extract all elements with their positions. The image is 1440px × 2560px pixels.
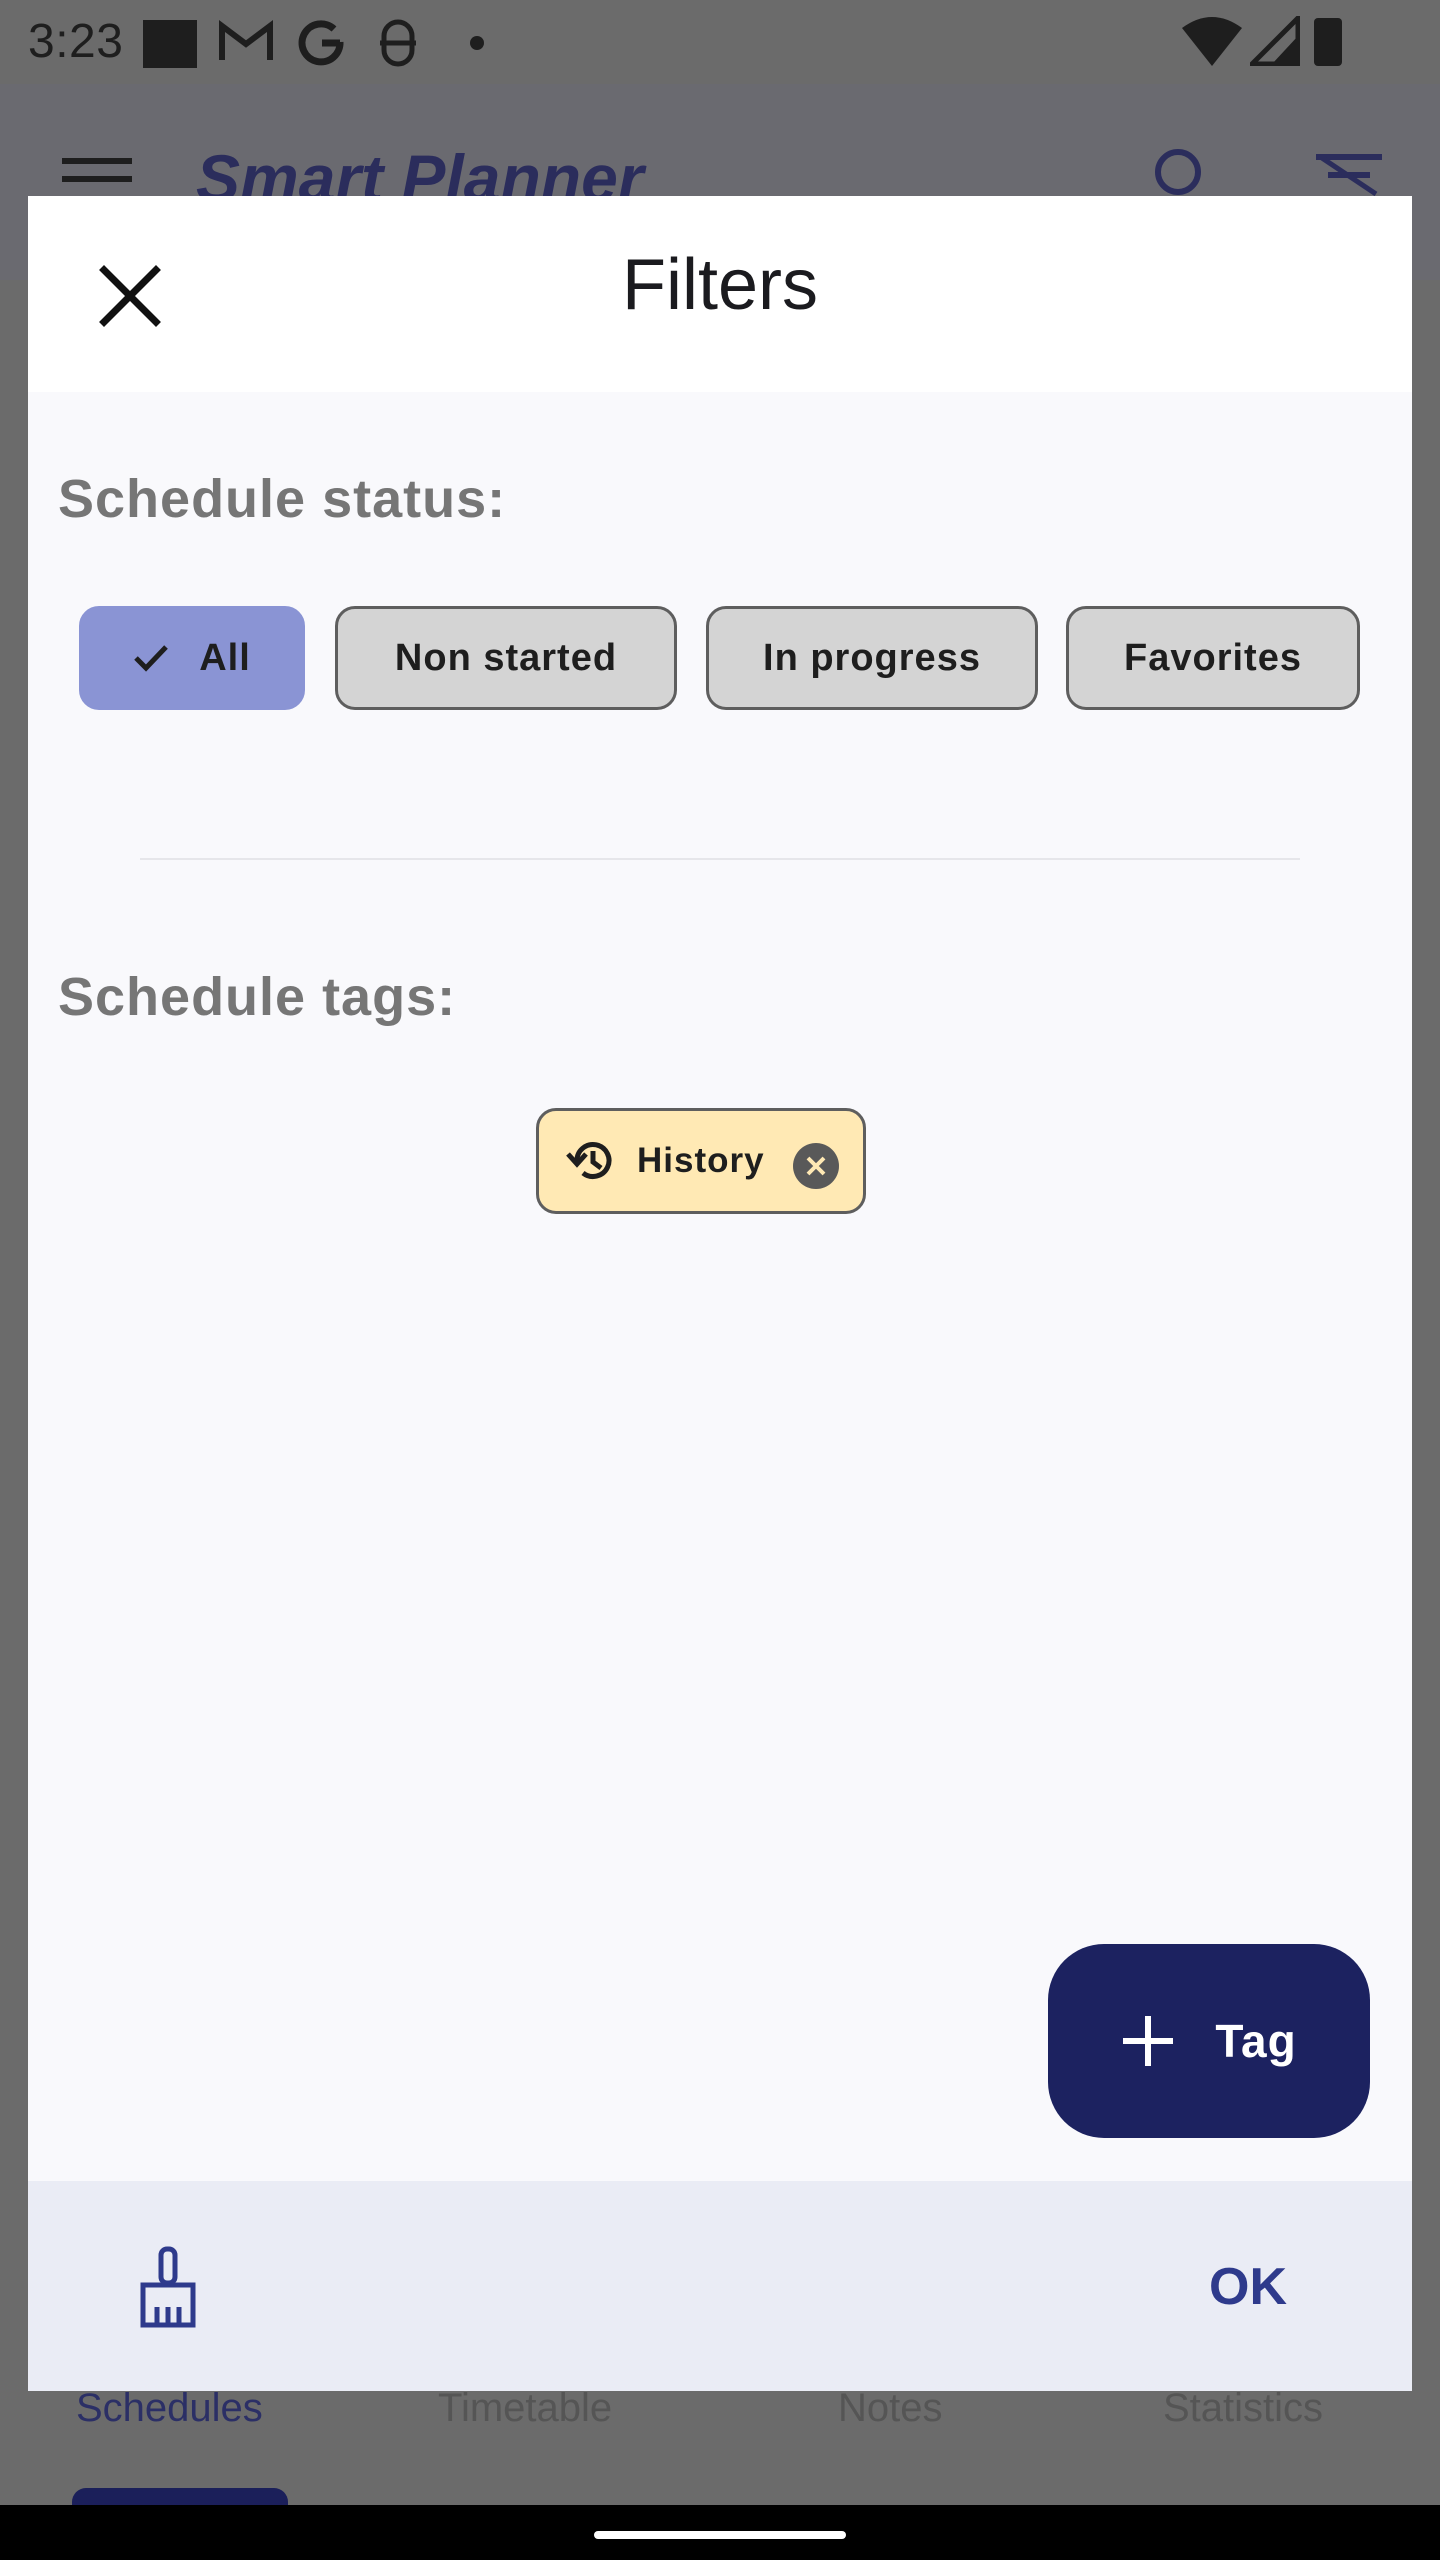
signal-icon bbox=[1250, 16, 1300, 66]
check-icon bbox=[133, 643, 169, 673]
status-chip-non-started[interactable]: Non started bbox=[335, 606, 677, 710]
chip-label: In progress bbox=[763, 636, 981, 679]
status-bar: 3:23 bbox=[0, 0, 1440, 84]
add-tag-label: Tag bbox=[1215, 2015, 1297, 2067]
remove-tag-icon[interactable] bbox=[793, 1143, 839, 1189]
menu-icon[interactable] bbox=[62, 158, 132, 198]
nav-item-statistics[interactable]: Statistics bbox=[1163, 2386, 1323, 2431]
status-time: 3:23 bbox=[28, 15, 124, 68]
section-divider bbox=[140, 858, 1300, 860]
dialog-header: Filters bbox=[28, 196, 1412, 392]
battery-icon bbox=[1314, 18, 1342, 66]
sync-icon bbox=[380, 19, 416, 67]
ok-button[interactable]: OK bbox=[1188, 2251, 1308, 2323]
plus-icon bbox=[1123, 2016, 1174, 2066]
chip-label: Non started bbox=[394, 636, 618, 679]
home-gesture-handle[interactable] bbox=[594, 2531, 846, 2539]
nav-item-timetable[interactable]: Timetable bbox=[438, 2386, 612, 2431]
square-icon bbox=[143, 20, 197, 68]
filter-icon[interactable] bbox=[1316, 154, 1382, 198]
schedule-status-label: Schedule status: bbox=[58, 469, 507, 529]
add-tag-button[interactable]: Tag bbox=[1048, 1944, 1370, 2138]
google-icon bbox=[298, 20, 344, 66]
dialog-footer: OK bbox=[28, 2181, 1412, 2391]
gmail-icon bbox=[219, 20, 273, 60]
filters-dialog: Filters Schedule status: All Non started… bbox=[28, 196, 1412, 2391]
broom-icon bbox=[140, 2246, 196, 2328]
schedule-tags-label: Schedule tags: bbox=[58, 967, 457, 1027]
chip-label: All bbox=[199, 636, 251, 679]
wifi-icon bbox=[1182, 17, 1242, 66]
status-chip-in-progress[interactable]: In progress bbox=[706, 606, 1038, 710]
clear-filters-button[interactable] bbox=[120, 2239, 216, 2335]
history-icon bbox=[565, 1137, 617, 1185]
nav-item-schedules[interactable]: Schedules bbox=[76, 2386, 263, 2431]
status-chip-all[interactable]: All bbox=[79, 606, 305, 710]
tag-chip-history[interactable]: History bbox=[536, 1108, 866, 1214]
status-chip-favorites[interactable]: Favorites bbox=[1066, 606, 1360, 710]
dot-icon bbox=[470, 36, 484, 50]
dialog-title: Filters bbox=[622, 245, 818, 325]
chip-label: Favorites bbox=[1124, 636, 1302, 679]
tag-label: History bbox=[637, 1141, 765, 1180]
nav-item-notes[interactable]: Notes bbox=[838, 2386, 943, 2431]
